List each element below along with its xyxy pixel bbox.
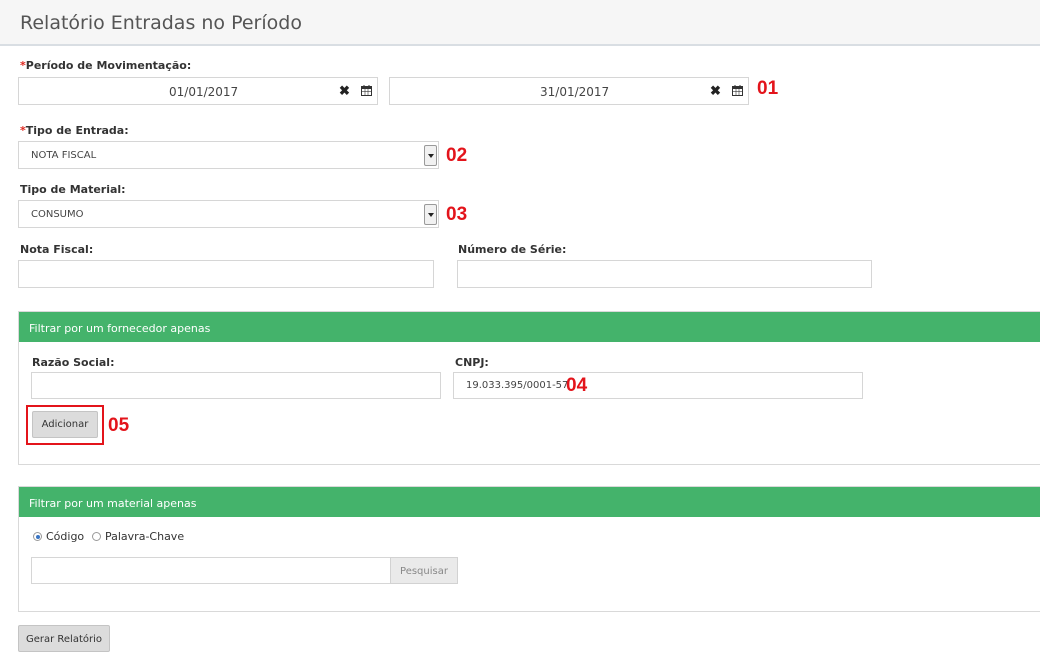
radio-palavra-chave[interactable] [92, 532, 101, 541]
radio-palavra-chave-label[interactable]: Palavra-Chave [105, 530, 184, 543]
annotation-04: 04 [566, 375, 588, 396]
tipo-entrada-select[interactable]: NOTA FISCAL [18, 141, 439, 169]
nota-fiscal-input[interactable] [18, 260, 434, 288]
chevron-down-icon[interactable] [424, 204, 437, 225]
tipo-material-label: Tipo de Material: [20, 183, 126, 196]
nota-fiscal-label: Nota Fiscal: [20, 243, 94, 256]
date-end-field[interactable]: 31/01/2017 ✖ [389, 77, 749, 105]
razao-social-input[interactable] [31, 372, 441, 399]
page-header: Relatório Entradas no Período [0, 0, 1040, 46]
periodo-label: *Período de Movimentação: [20, 59, 191, 72]
material-panel: Filtrar por um material apenas [18, 486, 1040, 612]
date-start-value[interactable]: 01/01/2017 [169, 85, 238, 99]
tipo-material-value: CONSUMO [31, 209, 84, 220]
clear-start-date-icon[interactable]: ✖ [339, 83, 350, 99]
tipo-entrada-label-text: Tipo de Entrada: [25, 124, 129, 137]
tipo-material-select[interactable]: CONSUMO [18, 200, 439, 228]
clear-end-date-icon[interactable]: ✖ [710, 83, 721, 99]
material-panel-heading: Filtrar por um material apenas [19, 487, 1040, 517]
numero-serie-label: Número de Série: [458, 243, 567, 256]
calendar-icon[interactable] [361, 85, 372, 96]
pesquisar-button[interactable]: Pesquisar [390, 557, 458, 584]
annotation-05: 05 [108, 415, 130, 436]
date-start-field[interactable]: 01/01/2017 ✖ [18, 77, 378, 105]
annotation-02: 02 [446, 145, 468, 166]
adicionar-button[interactable]: Adicionar [32, 411, 98, 438]
cnpj-value[interactable]: 19.033.395/0001-57 [466, 380, 568, 391]
radio-codigo-label[interactable]: Código [46, 530, 84, 543]
page-title: Relatório Entradas no Período [20, 12, 302, 34]
radio-codigo[interactable] [33, 532, 42, 541]
razao-social-label: Razão Social: [32, 356, 115, 369]
annotation-01: 01 [757, 78, 779, 99]
gerar-relatorio-button[interactable]: Gerar Relatório [18, 625, 110, 652]
tipo-entrada-value: NOTA FISCAL [31, 150, 97, 161]
periodo-label-text: Período de Movimentação: [25, 59, 192, 72]
date-end-value[interactable]: 31/01/2017 [540, 85, 609, 99]
fornecedor-panel-heading: Filtrar por um fornecedor apenas [19, 312, 1040, 342]
annotation-03: 03 [446, 204, 468, 225]
numero-serie-input[interactable] [457, 260, 872, 288]
cnpj-input[interactable]: 19.033.395/0001-57 [453, 372, 863, 399]
material-search-input[interactable] [31, 557, 391, 584]
cnpj-label: CNPJ: [455, 356, 489, 369]
calendar-icon[interactable] [732, 85, 743, 96]
chevron-down-icon[interactable] [424, 145, 437, 166]
tipo-entrada-label: *Tipo de Entrada: [20, 124, 129, 137]
